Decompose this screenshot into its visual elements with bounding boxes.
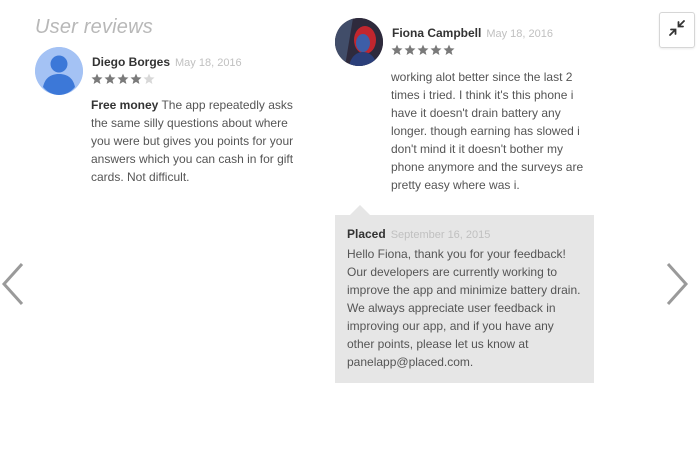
star-filled-icon xyxy=(443,44,455,55)
chevron-left-icon xyxy=(1,262,24,306)
reply-date: September 16, 2015 xyxy=(390,229,491,241)
star-filled-icon xyxy=(130,73,142,84)
user-photo-icon xyxy=(335,18,383,66)
previous-page-button[interactable] xyxy=(0,262,28,306)
review-header: Diego Borges May 18, 2016 xyxy=(92,55,242,69)
star-filled-icon xyxy=(391,44,403,55)
review-card: Diego Borges May 18, 2016 Free money The … xyxy=(35,47,305,197)
star-filled-icon xyxy=(117,73,129,84)
review-header: Fiona Campbell May 18, 2016 xyxy=(392,26,553,40)
star-filled-icon xyxy=(104,73,116,84)
author-name[interactable]: Diego Borges xyxy=(92,55,170,69)
star-filled-icon xyxy=(417,44,429,55)
collapse-arrows-icon xyxy=(668,19,686,42)
default-avatar-icon xyxy=(35,47,83,95)
review-title: Free money xyxy=(91,98,159,112)
star-rating xyxy=(91,73,155,85)
star-filled-icon xyxy=(91,73,103,84)
reply-pointer xyxy=(350,205,370,215)
next-page-button[interactable] xyxy=(662,262,690,306)
developer-reply: Placed September 16, 2015 Hello Fiona, th… xyxy=(335,215,594,383)
author-name[interactable]: Fiona Campbell xyxy=(392,26,481,40)
avatar xyxy=(35,47,83,95)
star-empty-icon xyxy=(143,73,155,84)
chevron-right-icon xyxy=(666,262,689,306)
review-body: working alot better since the last 2 tim… xyxy=(391,70,584,192)
review-text: working alot better since the last 2 tim… xyxy=(391,68,586,194)
review-date: May 18, 2016 xyxy=(175,57,242,69)
reviews-panel: User reviews Diego Borges May 18, 2016 F… xyxy=(0,0,697,465)
review-text: Free money The app repeatedly asks the s… xyxy=(91,96,301,186)
star-rating xyxy=(391,44,455,56)
review-date: May 18, 2016 xyxy=(486,28,553,40)
star-filled-icon xyxy=(430,44,442,55)
reply-author: Placed xyxy=(347,227,386,241)
reply-header: Placed September 16, 2015 xyxy=(347,227,582,241)
collapse-button[interactable] xyxy=(659,12,695,48)
avatar xyxy=(335,18,383,66)
reply-text: Hello Fiona, thank you for your feedback… xyxy=(347,247,581,369)
review-card: Fiona Campbell May 18, 2016 working alot … xyxy=(335,18,605,203)
section-title: User reviews xyxy=(35,16,153,38)
star-filled-icon xyxy=(404,44,416,55)
